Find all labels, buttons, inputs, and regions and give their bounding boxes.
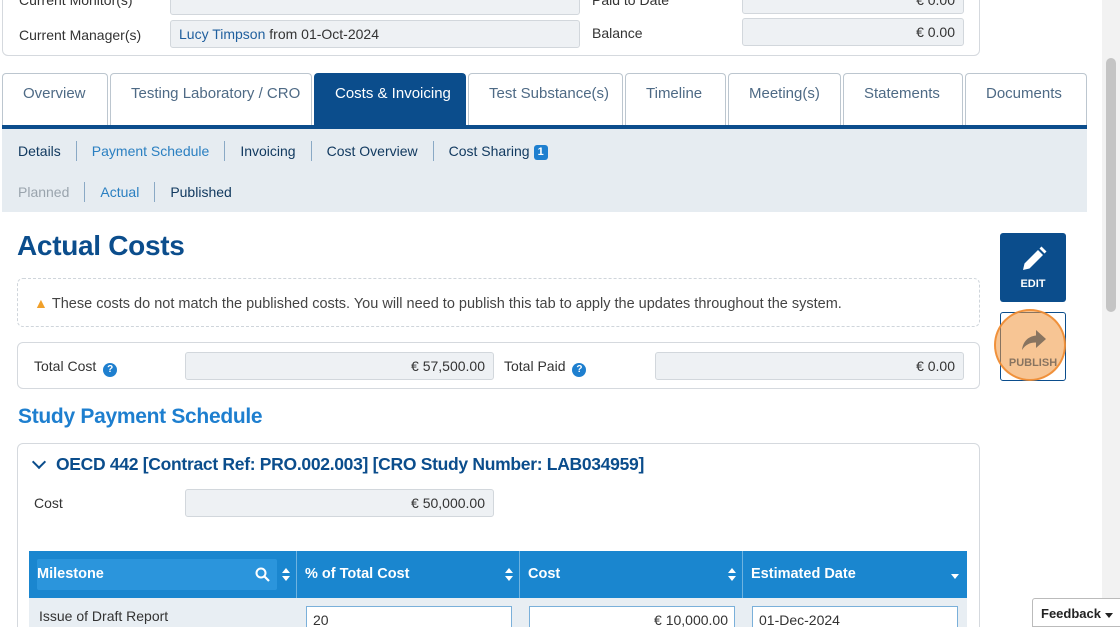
page-title: Actual Costs — [17, 230, 185, 261]
column-cost[interactable]: Cost — [520, 551, 743, 598]
subnav-invoicing[interactable]: Invoicing — [224, 141, 310, 161]
current-manager-label: Current Manager(s) — [19, 27, 142, 43]
current-manager-link[interactable]: Lucy Timpson — [179, 26, 265, 42]
subnav-secondary: Planned Actual Published — [18, 182, 247, 202]
percent-input[interactable]: 20 — [306, 606, 512, 627]
column-estimated-date[interactable]: Estimated Date — [743, 551, 967, 598]
main-tabs: Overview Testing Laboratory / CRO Costs … — [2, 73, 1087, 128]
tab-meetings[interactable]: Meeting(s) — [728, 73, 841, 125]
subnav-planned[interactable]: Planned — [18, 182, 84, 202]
cost-sharing-badge: 1 — [533, 145, 548, 160]
tab-documents[interactable]: Documents — [965, 73, 1087, 125]
sub-navigation: Details Payment Schedule Invoicing Cost … — [2, 129, 1087, 212]
edit-label: EDIT — [1020, 278, 1046, 290]
total-paid-label: Total Paid ? — [504, 358, 587, 377]
subnav-details[interactable]: Details — [18, 141, 76, 161]
warning-text: These costs do not match the published c… — [51, 296, 842, 312]
column-milestone[interactable]: Milestone — [29, 551, 297, 598]
sort-icon[interactable] — [505, 568, 513, 581]
date-input[interactable]: 01-Dec-2024 — [752, 606, 958, 627]
total-paid-field: € 0.00 — [655, 352, 964, 380]
column-milestone-label: Milestone — [37, 566, 104, 582]
publish-button[interactable]: PUBLISH — [1000, 312, 1066, 381]
paid-to-date-label: Paid to Date — [592, 0, 670, 8]
tab-costs-invoicing[interactable]: Costs & Invoicing — [314, 73, 466, 125]
subnav-primary: Details Payment Schedule Invoicing Cost … — [18, 141, 563, 161]
subnav-cost-sharing-label: Cost Sharing — [448, 143, 530, 159]
current-monitor-field — [170, 0, 580, 15]
scrollbar-thumb[interactable] — [1106, 58, 1116, 312]
warning-icon: ▲ — [34, 295, 48, 311]
tab-statements[interactable]: Statements — [843, 73, 963, 125]
search-icon[interactable] — [255, 567, 270, 582]
sort-icon[interactable] — [728, 568, 736, 581]
table-row: Issue of Draft Report 20 € 10,000.00 01-… — [29, 598, 967, 627]
subnav-cost-overview[interactable]: Cost Overview — [310, 141, 433, 161]
balance-label: Balance — [592, 25, 643, 41]
sort-icon[interactable] — [282, 568, 290, 581]
study-heading-text: OECD 442 [Contract Ref: PRO.002.003] [CR… — [56, 454, 644, 474]
tab-overview[interactable]: Overview — [2, 73, 108, 125]
column-percent[interactable]: % of Total Cost — [297, 551, 520, 598]
subnav-payment-schedule[interactable]: Payment Schedule — [75, 141, 225, 161]
study-info-panel: Current Monitor(s) Paid to Date € 0.00 C… — [2, 0, 980, 56]
edit-button[interactable]: EDIT — [1000, 233, 1066, 302]
publish-label: PUBLISH — [1008, 357, 1058, 369]
tab-timeline[interactable]: Timeline — [625, 73, 726, 125]
tab-test-substances[interactable]: Test Substance(s) — [468, 73, 623, 125]
chevron-down-icon[interactable] — [31, 454, 47, 470]
help-icon[interactable]: ? — [572, 363, 587, 377]
share-icon — [1022, 330, 1046, 350]
subnav-cost-sharing[interactable]: Cost Sharing 1 — [432, 141, 563, 161]
cost-input[interactable]: € 10,000.00 — [529, 606, 735, 627]
milestone-cell: Issue of Draft Report — [39, 608, 169, 624]
total-cost-label: Total Cost ? — [34, 358, 118, 377]
caret-down-icon[interactable] — [951, 574, 959, 579]
current-monitor-label: Current Monitor(s) — [19, 0, 133, 8]
tab-testing-laboratory[interactable]: Testing Laboratory / CRO — [110, 73, 312, 125]
caret-down-icon — [1105, 613, 1113, 618]
subnav-published[interactable]: Published — [154, 182, 247, 202]
study-cost-label: Cost — [34, 495, 63, 511]
feedback-label: Feedback — [1041, 606, 1101, 621]
study-header[interactable]: OECD 442 [Contract Ref: PRO.002.003] [CR… — [30, 454, 644, 475]
study-cost-field: € 50,000.00 — [185, 489, 494, 517]
warning-message: ▲ These costs do not match the published … — [17, 278, 980, 327]
column-percent-label: % of Total Cost — [305, 566, 410, 582]
current-manager-date: from 01-Oct-2024 — [265, 26, 379, 42]
pencil-icon — [1023, 246, 1047, 270]
column-cost-label: Cost — [528, 566, 561, 582]
section-title: Study Payment Schedule — [18, 405, 263, 428]
grid-header: Milestone % of Total Cost Cost Estimated… — [29, 551, 967, 598]
help-icon[interactable]: ? — [103, 363, 118, 377]
scrollbar[interactable] — [1102, 0, 1120, 627]
totals-panel: Total Cost ? € 57,500.00 Total Paid ? € … — [17, 342, 980, 389]
balance-field: € 0.00 — [742, 18, 964, 46]
feedback-button[interactable]: Feedback — [1032, 598, 1120, 627]
column-date-label: Estimated Date — [751, 566, 856, 582]
total-cost-field: € 57,500.00 — [185, 352, 494, 380]
paid-to-date-field: € 0.00 — [742, 0, 964, 14]
subnav-actual[interactable]: Actual — [84, 182, 154, 202]
current-manager-field: Lucy Timpson from 01-Oct-2024 — [170, 20, 580, 48]
